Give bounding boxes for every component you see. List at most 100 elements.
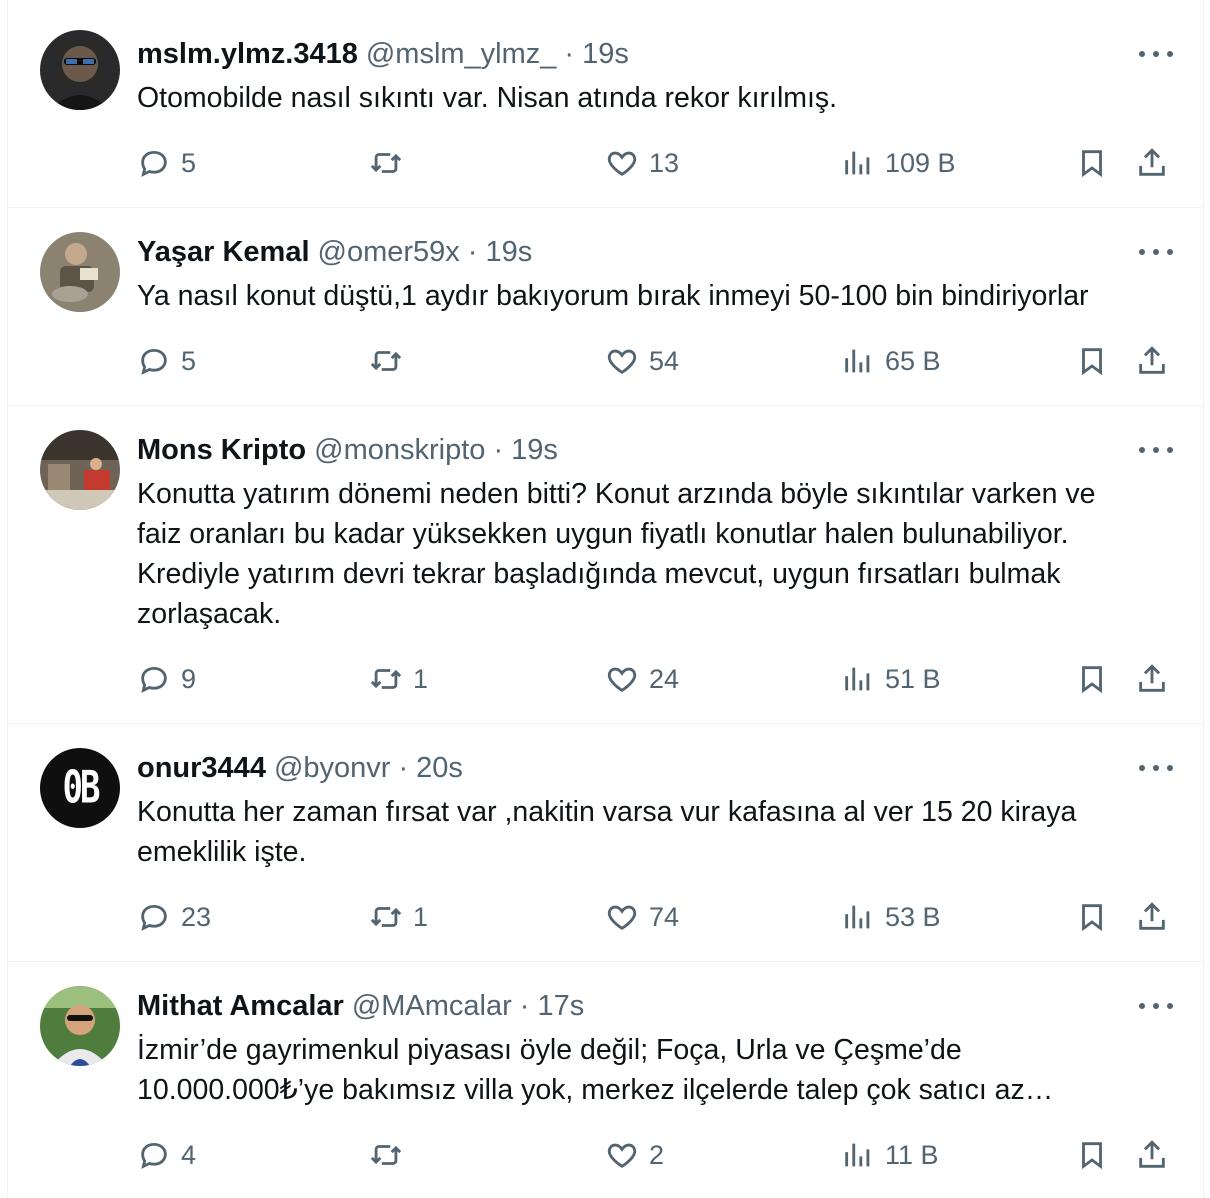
like-count: 2 — [649, 1139, 665, 1170]
views-button[interactable]: 53 B — [841, 895, 941, 939]
reply-button[interactable]: 4 — [137, 1133, 196, 1177]
heart-icon — [607, 151, 637, 176]
reply-button[interactable]: 23 — [137, 895, 211, 939]
heart-icon — [607, 905, 637, 930]
tweet-text-line: zorlaşacak. — [137, 598, 282, 630]
speech-bubble-icon — [141, 666, 167, 693]
author-name[interactable]: Mithat Amcalar — [137, 990, 344, 1023]
retweet-arrows-icon — [370, 907, 402, 927]
reply-button[interactable]: 9 — [137, 657, 196, 701]
reply-button[interactable]: 5 — [137, 141, 196, 185]
tweet-text-line: Konutta yatırım dönemi neden bitti? Konu… — [137, 478, 1096, 510]
bookmark-icon — [1082, 666, 1102, 694]
author-handle[interactable]: @omer59x — [318, 236, 460, 269]
timestamp[interactable]: 19s — [582, 38, 629, 71]
avatar[interactable] — [40, 232, 120, 312]
bookmark-icon — [1082, 904, 1102, 932]
share-button[interactable] — [1135, 657, 1169, 701]
author-handle[interactable]: @monskripto — [314, 434, 485, 467]
tweet-header: Mons Kripto @monskripto · 19s — [137, 430, 558, 470]
tweet[interactable]: mslm.ylmz.3418 @mslm_ylmz_ · 19s Otomobi… — [8, 0, 1203, 208]
more-options-icon[interactable] — [1139, 240, 1173, 264]
share-button[interactable] — [1135, 141, 1169, 185]
more-options-icon[interactable] — [1139, 438, 1173, 462]
tweet[interactable]: Yaşar Kemal @omer59x · 19s Ya nasıl konu… — [8, 208, 1203, 406]
avatar[interactable] — [40, 430, 120, 510]
tweet-header: mslm.ylmz.3418 @mslm_ylmz_ · 19s — [137, 34, 629, 74]
tweet[interactable]: Mons Kripto @monskripto · 19s Konutta ya… — [8, 406, 1203, 724]
bar-chart-icon — [845, 1143, 870, 1167]
like-button[interactable]: 24 — [605, 657, 679, 701]
tweet-text-line: emeklilik işte. — [137, 836, 307, 868]
view-count: 11 B — [885, 1139, 939, 1170]
like-button[interactable]: 2 — [605, 1133, 664, 1177]
like-count: 24 — [649, 663, 680, 694]
retweet-count: 1 — [413, 663, 429, 694]
tweet-header: onur3444 @byonvr · 20s — [137, 748, 463, 788]
share-button[interactable] — [1135, 895, 1169, 939]
heart-icon — [607, 667, 637, 692]
speech-bubble-icon — [141, 904, 167, 931]
timestamp[interactable]: 20s — [416, 752, 463, 785]
like-button[interactable]: 54 — [605, 339, 679, 383]
reply-button[interactable]: 5 — [137, 339, 196, 383]
view-count: 53 B — [885, 901, 941, 932]
avatar[interactable] — [40, 30, 120, 110]
heart-icon — [607, 349, 637, 374]
author-handle[interactable]: @byonvr — [274, 752, 390, 785]
bookmark-button[interactable] — [1075, 339, 1109, 383]
retweet-button[interactable] — [369, 339, 413, 383]
avatar-logo-text: 0B — [62, 762, 101, 814]
views-button[interactable]: 11 B — [841, 1133, 939, 1177]
action-bar: 5 54 65 B — [137, 339, 1177, 383]
share-button[interactable] — [1135, 339, 1169, 383]
bookmark-icon — [1082, 348, 1102, 376]
tweet-text-line: İzmir’de gayrimenkul piyasası öyle değil… — [137, 1034, 962, 1066]
separator: · — [398, 751, 409, 784]
bookmark-button[interactable] — [1075, 1133, 1109, 1177]
more-options-icon[interactable] — [1139, 756, 1173, 780]
bookmark-button[interactable] — [1075, 141, 1109, 185]
share-button[interactable] — [1135, 1133, 1169, 1177]
avatar[interactable] — [40, 986, 120, 1066]
author-handle[interactable]: @mslm_ylmz_ — [366, 38, 557, 71]
action-bar: 23 1 74 53 B — [137, 895, 1177, 939]
tweet-text-line: faiz oranları bu kadar yüksekken uygun f… — [137, 518, 1069, 550]
author-name[interactable]: Yaşar Kemal — [137, 236, 310, 269]
like-count: 74 — [649, 901, 680, 932]
tweet[interactable]: 0B onur3444 @byonvr · 20s Konutta her za… — [8, 724, 1203, 962]
retweet-button[interactable] — [369, 141, 413, 185]
bar-chart-icon — [845, 349, 870, 373]
retweet-button[interactable]: 1 — [369, 657, 428, 701]
more-options-icon[interactable] — [1139, 42, 1173, 66]
more-options-icon[interactable] — [1139, 994, 1173, 1018]
views-button[interactable]: 65 B — [841, 339, 941, 383]
action-bar: 9 1 24 51 B — [137, 657, 1177, 701]
retweet-button[interactable]: 1 — [369, 895, 428, 939]
timestamp[interactable]: 19s — [485, 236, 532, 269]
like-button[interactable]: 13 — [605, 141, 679, 185]
tweet[interactable]: Mithat Amcalar @MAmcalar · 17s İzmir’de … — [8, 962, 1203, 1198]
like-button[interactable]: 74 — [605, 895, 679, 939]
action-bar: 5 13 109 B — [137, 141, 1177, 185]
avatar[interactable]: 0B — [40, 748, 120, 828]
bookmark-button[interactable] — [1075, 657, 1109, 701]
author-name[interactable]: onur3444 — [137, 752, 266, 785]
reply-count: 23 — [181, 901, 212, 932]
separator: · — [564, 37, 575, 70]
author-name[interactable]: mslm.ylmz.3418 — [137, 38, 358, 71]
reply-count: 5 — [181, 345, 197, 376]
retweet-arrows-icon — [370, 1145, 402, 1165]
author-handle[interactable]: @MAmcalar — [352, 990, 512, 1023]
action-bar: 4 2 11 B — [137, 1133, 1177, 1177]
reply-count: 9 — [181, 663, 197, 694]
timestamp[interactable]: 19s — [511, 434, 558, 467]
views-button[interactable]: 109 B — [841, 141, 956, 185]
share-upload-icon — [1139, 664, 1165, 692]
speech-bubble-icon — [141, 348, 167, 375]
bookmark-button[interactable] — [1075, 895, 1109, 939]
views-button[interactable]: 51 B — [841, 657, 941, 701]
retweet-button[interactable] — [369, 1133, 413, 1177]
timestamp[interactable]: 17s — [537, 990, 584, 1023]
author-name[interactable]: Mons Kripto — [137, 434, 306, 467]
